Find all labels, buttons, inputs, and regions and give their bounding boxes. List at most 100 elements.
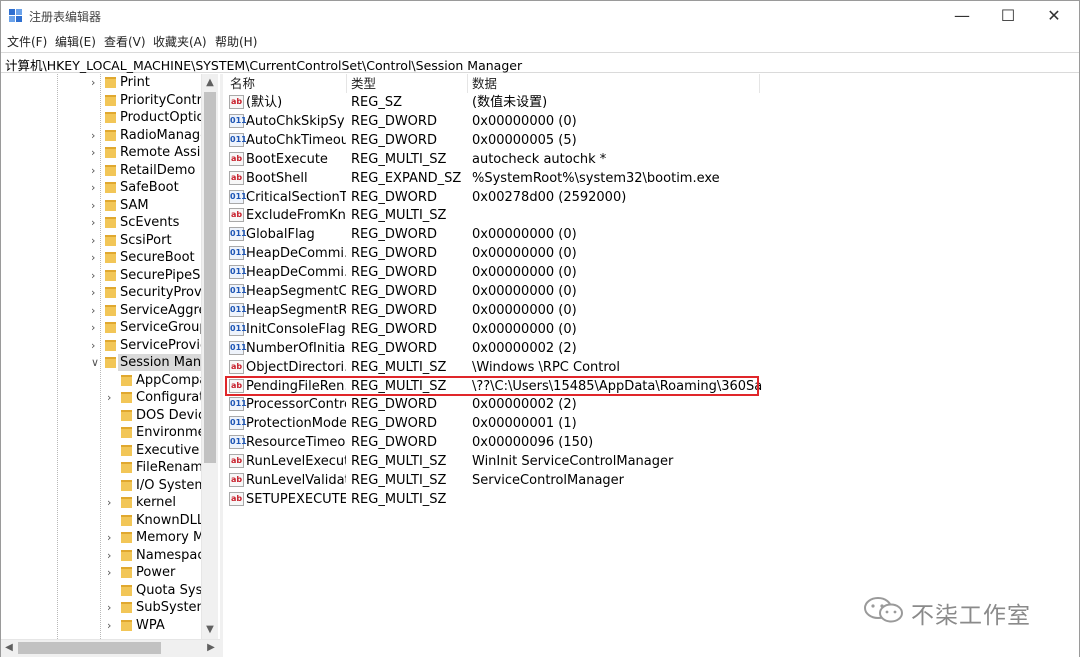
close-icon[interactable]: ✕ <box>1031 1 1077 31</box>
value-row[interactable]: abExcludeFromKn… REG_MULTI_SZ <box>223 206 1079 225</box>
value-row[interactable]: ab BootShell REG_EXPAND_SZ %SystemRoot%\sys… <box>223 169 1079 188</box>
menu-favorites[interactable]: 收藏夹(A) <box>153 33 207 50</box>
scroll-down-arrow-icon[interactable]: ▼ <box>204 622 216 638</box>
expand-chevron-icon[interactable]: › <box>91 284 101 301</box>
tree-item-label[interactable]: Configurat <box>136 389 204 406</box>
tree-item-label[interactable]: SafeBoot <box>120 179 179 196</box>
value-row[interactable]: 011CriticalSectionT… REG_DWORD 0x00278d00 … <box>223 188 1079 207</box>
value-row[interactable]: ab (默认) REG_SZ (数值未设置) <box>223 93 1079 112</box>
menu-view[interactable]: 查看(V) <box>104 33 146 50</box>
expand-chevron-icon[interactable]: › <box>91 214 101 231</box>
expand-chevron-icon[interactable]: › <box>91 267 101 284</box>
expand-chevron-icon[interactable]: › <box>107 599 117 616</box>
expand-chevron-icon[interactable]: › <box>91 74 101 91</box>
expand-chevron-icon[interactable]: › <box>91 144 101 161</box>
value-row[interactable]: 011 GlobalFlag REG_DWORD 0x00000000 (0) <box>223 225 1079 244</box>
scroll-right-arrow-icon[interactable]: ▶ <box>203 640 219 656</box>
column-header-data[interactable]: 数据 <box>472 74 497 93</box>
scroll-left-arrow-icon[interactable]: ◀ <box>1 640 17 656</box>
tree-item-label[interactable]: Environmer <box>136 424 211 441</box>
tree-item-label[interactable]: RadioManage <box>120 127 208 144</box>
string-value-icon: ab <box>229 454 244 469</box>
tree-item-label[interactable]: SecurityProvic <box>120 284 212 301</box>
value-name: ExcludeFromKn… <box>246 208 346 224</box>
menu-help[interactable]: 帮助(H) <box>215 33 257 50</box>
expand-chevron-icon[interactable]: › <box>107 529 117 546</box>
expand-chevron-icon[interactable]: › <box>91 179 101 196</box>
column-header-type[interactable]: 类型 <box>351 74 376 93</box>
expand-chevron-icon[interactable]: › <box>91 319 101 336</box>
scroll-up-arrow-icon[interactable]: ▲ <box>204 75 216 91</box>
tree-vertical-scroll-thumb[interactable] <box>204 92 216 463</box>
value-row[interactable]: ab SETUPEXECUTE REG_MULTI_SZ <box>223 490 1079 509</box>
folder-icon <box>121 427 132 438</box>
tree-item-label[interactable]: Executive <box>136 442 199 459</box>
tree-item-label[interactable]: KnownDLLs <box>136 512 211 529</box>
expand-chevron-icon[interactable]: › <box>91 127 101 144</box>
value-row[interactable]: 011HeapSegmentR… REG_DWORD 0x00000000 (0) <box>223 301 1079 320</box>
expand-chevron-icon[interactable]: › <box>107 617 117 634</box>
tree-item-label[interactable]: I/O System <box>136 477 207 494</box>
expand-chevron-icon[interactable]: › <box>91 249 101 266</box>
column-divider[interactable] <box>759 74 760 93</box>
tree-item-label[interactable]: SubSystem <box>136 599 209 616</box>
folder-icon <box>121 584 132 596</box>
tree-item-label[interactable]: SecureBoot <box>120 249 195 266</box>
title-bar[interactable]: 注册表编辑器 — ☐ ✕ <box>1 1 1079 31</box>
value-row[interactable]: 011HeapSegmentC… REG_DWORD 0x00000000 (0) <box>223 282 1079 301</box>
tree-item-label[interactable]: WPA <box>136 617 165 634</box>
value-row[interactable]: abRunLevelExecute REG_MULTI_SZ WinInit Ser… <box>223 452 1079 471</box>
expand-chevron-icon[interactable]: › <box>91 197 101 214</box>
value-row[interactable]: abRunLevelValidate REG_MULTI_SZ ServiceCon… <box>223 471 1079 490</box>
tree-item-label[interactable]: Print <box>120 74 150 91</box>
tree-item-label[interactable]: FileRename <box>136 459 211 476</box>
value-row[interactable]: 011AutoChkSkipSy… REG_DWORD 0x00000000 (0) <box>223 112 1079 131</box>
tree-item-label[interactable]: SecurePipeSer <box>120 267 214 284</box>
tree-item-label[interactable]: Quota Syst <box>136 582 207 599</box>
tree-item-label[interactable]: PriorityContro <box>120 92 210 109</box>
menu-edit[interactable]: 编辑(E) <box>55 33 96 50</box>
expand-chevron-icon[interactable]: › <box>107 389 117 406</box>
column-header-name[interactable]: 名称 <box>230 74 255 93</box>
tree-item-label[interactable]: ScsiPort <box>120 232 172 249</box>
column-divider[interactable] <box>346 74 347 93</box>
tree-item-label[interactable]: Session Mana <box>118 354 212 371</box>
value-row[interactable]: 011 AutoChkTimeout REG_DWORD 0x00000005 (5) <box>223 131 1079 150</box>
expand-chevron-icon[interactable]: › <box>107 494 117 511</box>
tree-item-label[interactable]: RetailDemo <box>120 162 195 179</box>
maximize-icon[interactable]: ☐ <box>985 1 1031 31</box>
values-list[interactable]: 名称 类型 数据 ab (默认) REG_SZ (数值未设置) 011 AutoChkSk… <box>223 74 1079 657</box>
tree-item-label[interactable]: Power <box>136 564 175 581</box>
expand-chevron-icon[interactable]: › <box>107 564 117 581</box>
value-row[interactable]: ab BootExecute REG_MULTI_SZ autocheck autoc… <box>223 150 1079 169</box>
address-bar[interactable]: 计算机\HKEY_LOCAL_MACHINE\SYSTEM\CurrentCon… <box>1 52 1079 73</box>
collapse-chevron-icon[interactable]: ∨ <box>91 354 101 371</box>
value-row[interactable]: abObjectDirectori… REG_MULTI_SZ \Windows \… <box>223 358 1079 377</box>
tree-item-label[interactable]: SAM <box>120 197 149 214</box>
address-path[interactable]: 计算机\HKEY_LOCAL_MACHINE\SYSTEM\CurrentCon… <box>5 55 522 74</box>
expand-chevron-icon[interactable]: › <box>107 547 117 564</box>
value-row[interactable]: 011NumberOfInitia… REG_DWORD 0x00000002 (2… <box>223 339 1079 358</box>
value-row[interactable]: 011 ProcessorControl REG_DWORD 0x00000002 (… <box>223 395 1079 414</box>
key-tree[interactable]: › Print PriorityContro ProductOptio › RadioMa… <box>1 74 220 639</box>
tree-item-label[interactable]: kernel <box>136 494 176 511</box>
expand-chevron-icon[interactable]: › <box>91 302 101 319</box>
minimize-icon[interactable]: — <box>939 1 985 31</box>
expand-chevron-icon[interactable]: › <box>91 337 101 354</box>
value-row[interactable]: 011 InitConsoleFlags REG_DWORD 0x00000000 (… <box>223 320 1079 339</box>
expand-chevron-icon[interactable]: › <box>91 162 101 179</box>
value-row[interactable]: 011 ProtectionMode REG_DWORD 0x00000001 (1) <box>223 414 1079 433</box>
column-divider[interactable] <box>467 74 468 93</box>
tree-horizontal-scroll-thumb[interactable] <box>18 642 161 654</box>
tree-item-label[interactable]: Remote Assist <box>120 144 212 161</box>
tree-item-label[interactable]: AppCompa <box>136 372 207 389</box>
tree-item-label[interactable]: ScEvents <box>120 214 179 231</box>
value-row[interactable]: 011 HeapDeCommi… REG_DWORD 0x00000000 (0) <box>223 244 1079 263</box>
tree-item-label[interactable]: ProductOptio <box>120 109 205 126</box>
menu-file[interactable]: 文件(F) <box>7 33 47 50</box>
tree-item-label[interactable]: Memory M <box>136 529 204 546</box>
value-row[interactable]: 011ResourceTimeo… REG_DWORD 0x00000096 (15… <box>223 433 1079 452</box>
expand-chevron-icon[interactable]: › <box>91 232 101 249</box>
value-row[interactable]: 011 HeapDeCommi… REG_DWORD 0x00000000 (0) <box>223 263 1079 282</box>
value-type: REG_MULTI_SZ <box>351 151 447 167</box>
